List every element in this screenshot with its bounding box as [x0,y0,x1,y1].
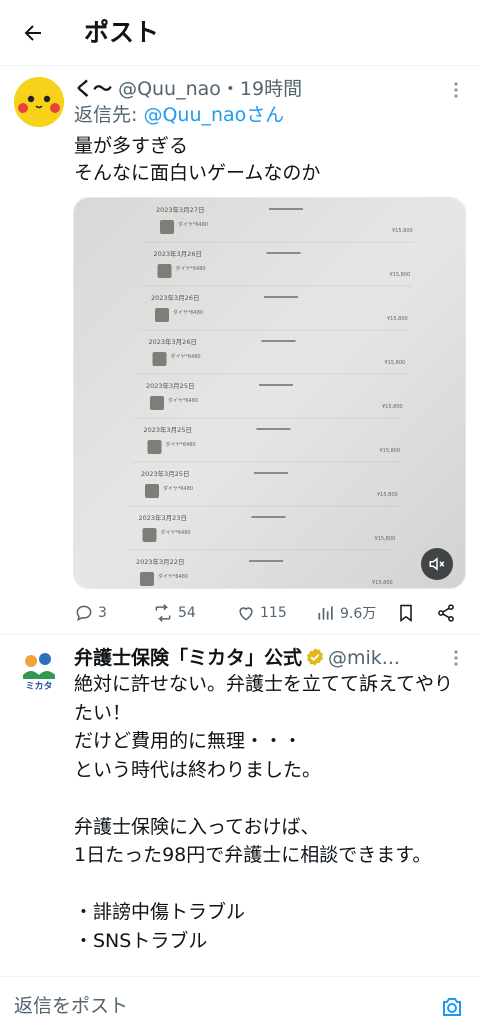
pikachu-avatar-icon [14,77,64,127]
receipt-item: ダイヤ*6480 [158,573,188,580]
game-icon [152,352,167,366]
more-vertical-icon [454,650,458,666]
camera-button[interactable] [436,991,468,1023]
mikata-logo-icon: ミカタ [14,645,64,695]
tweet-header: く〜 @Quu_nao・19時間 [74,75,302,103]
receipt-item: ダイヤ*6480 [163,485,193,492]
receipt-item: ダイヤ*6480 [176,265,206,272]
order-id-mark [251,516,286,518]
replying-to: 返信先: @Quu_naoさん [74,101,284,129]
receipt-price: ¥15,800 [387,316,408,322]
receipt-price: ¥15,800 [392,228,413,234]
receipt-item: ダイヤ*6480 [161,529,191,536]
bookmark-button[interactable] [396,598,420,628]
back-button[interactable] [14,14,52,52]
receipt-price: ¥15,800 [390,272,411,278]
tweet-header: 弁護士保険「ミカタ」公式 @mik... [74,643,434,673]
arrow-left-icon [24,25,41,41]
mute-button[interactable] [421,548,453,580]
tweet-text: 絶対に許せない。弁護士を立てて訴えてやりたい！ だけど費用的に無理・・・ という… [74,673,454,952]
tweet-text: 量が多すぎる そんなに面白いゲームなのか [74,135,321,184]
comment-icon [76,605,92,622]
order-id-mark [261,340,296,342]
order-id-mark [256,428,291,430]
views-button[interactable]: 9.6万 [316,598,376,628]
speaker-muted-icon [429,557,445,571]
logo-text: ミカタ [25,680,52,692]
tweet-actions: 3 54 115 9.6万 [74,598,466,628]
reply-composer: 返信をポスト [0,976,480,1028]
camera-icon [443,998,461,1016]
reply-input[interactable]: 返信をポスト [14,993,128,1019]
author-handle[interactable]: @mik... [328,647,400,669]
more-options-button[interactable] [444,78,468,102]
receipt-date: 2023年3月25日 [144,425,192,434]
more-options-button[interactable] [444,646,468,670]
receipt-item: ダイヤ*6480 [173,309,203,316]
heart-icon [239,607,253,621]
receipt-date: 2023年3月23日 [139,513,187,522]
receipt-price: ¥15,800 [382,404,403,410]
game-icon [147,440,162,454]
analytics-icon [318,606,333,620]
timestamp[interactable]: ・19時間 [221,78,302,100]
repost-icon [155,604,171,622]
share-button[interactable] [436,598,460,628]
receipt-date: 2023年3月25日 [141,469,189,478]
like-button[interactable]: 115 [236,598,287,628]
order-id-mark [259,384,293,386]
share-icon [438,604,454,622]
game-icon [145,484,159,498]
game-icon [155,308,169,322]
game-icon [160,220,174,234]
author-handle[interactable]: @Quu_nao [118,78,221,100]
reply-count: 3 [98,605,107,621]
game-icon [140,572,154,586]
repost-button[interactable]: 54 [152,598,196,628]
receipt-date: 2023年3月27日 [156,205,204,214]
receipt-price: ¥15,800 [372,580,393,586]
view-count: 9.6万 [340,606,377,622]
reply-to-link[interactable]: @Quu_naoさん [143,104,284,126]
order-id-mark [269,208,303,210]
receipt-date: 2023年3月25日 [146,381,194,390]
top-bar: ポスト [0,0,480,66]
receipt-item: ダイヤ*6480 [166,441,196,448]
avatar[interactable]: ミカタ [14,645,64,695]
like-count: 115 [260,605,287,621]
more-vertical-icon [454,82,458,98]
receipt-date: 2023年3月26日 [154,249,202,258]
receipt-item: ダイヤ*6480 [178,221,208,228]
receipt-date: 2023年3月22日 [136,557,184,566]
page-title: ポスト [84,18,160,47]
order-id-mark [254,472,288,474]
author-name[interactable]: く〜 [74,78,112,100]
avatar[interactable] [14,77,64,127]
receipt-list-photo: 2023年3月27日ダイヤ*6480¥15,8002023年3月26日ダイヤ*6… [74,198,465,588]
receipt-date: 2023年3月26日 [149,337,197,346]
receipt-date: 2023年3月26日 [151,293,199,302]
receipt-item: ダイヤ*6480 [171,353,201,360]
receipt-price: ¥15,800 [380,448,401,454]
game-icon [157,264,172,278]
order-id-mark [249,560,283,562]
order-id-mark [266,252,301,254]
order-id-mark [264,296,298,298]
receipt-price: ¥15,800 [385,360,406,366]
reply-button[interactable]: 3 [74,598,107,628]
receipt-price: ¥15,800 [377,492,398,498]
repost-count: 54 [178,605,196,621]
replying-to-label: 返信先: [74,104,144,126]
verified-badge-icon [307,648,324,666]
author-name[interactable]: 弁護士保険「ミカタ」公式 [74,647,302,669]
tweet-media-video[interactable]: 2023年3月27日 ダイヤ*6480 ¥15,800 2023年3月26日 ダイヤ*6… [73,197,466,589]
game-icon [150,396,164,410]
receipt-item: ダイヤ*6480 [168,397,198,404]
game-icon [142,528,157,542]
receipt-price: ¥15,800 [375,536,396,542]
bookmark-icon [400,604,412,622]
divider [0,634,480,635]
